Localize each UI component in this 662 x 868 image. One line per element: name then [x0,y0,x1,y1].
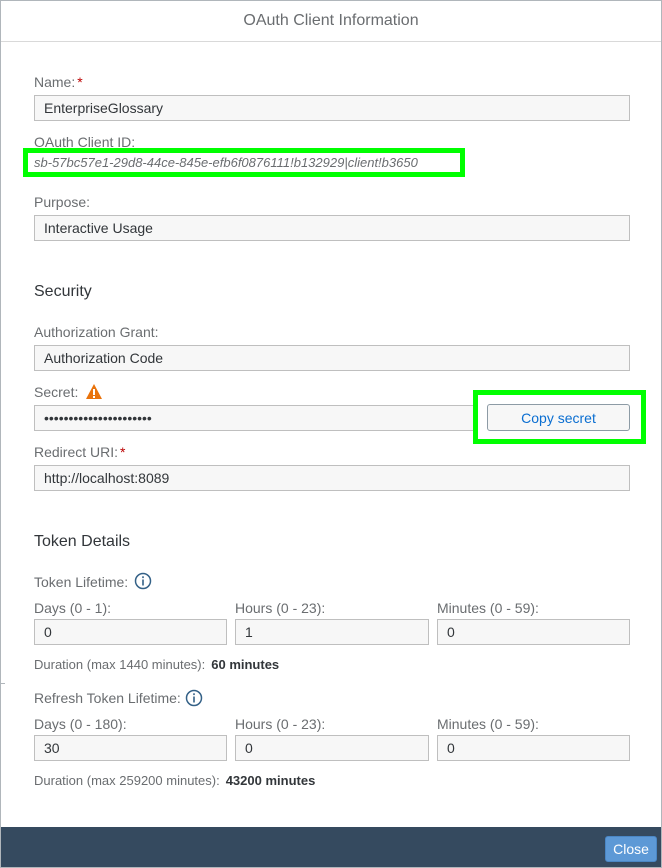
token-minutes-label: Minutes (0 - 59): [437,600,539,616]
refresh-duration-value: 43200 minutes [225,773,316,788]
refresh-lifetime-info-icon[interactable] [185,689,203,707]
purpose-field[interactable]: Interactive Usage [34,215,630,241]
refresh-days-input[interactable]: 30 [34,735,227,761]
scroll-edge-marker [1,683,5,684]
secret-field[interactable]: •••••••••••••••••••••• [34,405,474,431]
redirect-uri-label-text: Redirect URI: [34,444,119,460]
copy-secret-button[interactable]: Copy secret [487,404,630,431]
token-lifetime-info-icon[interactable] [134,572,152,590]
oauth-client-dialog: OAuth Client Information Name: * Enterpri… [0,0,662,868]
token-days-label: Days (0 - 1): [34,600,112,616]
refresh-hours-input[interactable]: 0 [235,735,429,761]
warning-icon [85,383,103,401]
token-minutes-input[interactable]: 0 [437,619,630,645]
refresh-minutes-label: Minutes (0 - 59): [437,716,539,732]
security-section-title: Security [34,283,92,300]
name-field[interactable]: EnterpriseGlossary [34,95,630,121]
token-details-title: Token Details [34,533,131,550]
dialog-content[interactable]: Name: * EnterpriseGlossary OAuth Client I… [1,43,661,827]
refresh-duration-label: Duration (max 259200 minutes): [34,773,220,788]
token-duration-value: 60 minutes [211,657,280,672]
refresh-lifetime-label: Refresh Token Lifetime: [34,690,181,706]
token-hours-input[interactable]: 1 [235,619,429,645]
name-label-text: Name: [34,74,76,90]
redirect-uri-label: Redirect URI: * [34,444,125,460]
dialog-footer: Close [1,827,661,867]
redirect-required-mark: * [120,444,126,460]
name-required-mark: * [77,74,83,90]
redirect-uri-field[interactable]: http://localhost:8089 [34,465,630,491]
token-duration: Duration (max 1440 minutes): 60 minutes [34,657,279,672]
token-hours-label: Hours (0 - 23): [235,600,326,616]
dialog-title: OAuth Client Information [1,1,661,42]
secret-label: Secret: [34,384,79,400]
client-id-highlight [23,148,465,177]
name-label: Name: * [34,74,83,90]
refresh-hours-label: Hours (0 - 23): [235,716,326,732]
refresh-minutes-input[interactable]: 0 [437,735,630,761]
token-duration-label: Duration (max 1440 minutes): [34,657,206,672]
authorization-grant-field[interactable]: Authorization Code [34,345,630,371]
token-days-input[interactable]: 0 [34,619,227,645]
refresh-days-label: Days (0 - 180): [34,716,127,732]
purpose-label: Purpose: [34,194,91,210]
token-lifetime-label: Token Lifetime: [34,574,129,590]
close-button[interactable]: Close [605,836,657,862]
authorization-grant-label: Authorization Grant: [34,324,159,340]
refresh-duration: Duration (max 259200 minutes): 43200 minu… [34,773,315,788]
